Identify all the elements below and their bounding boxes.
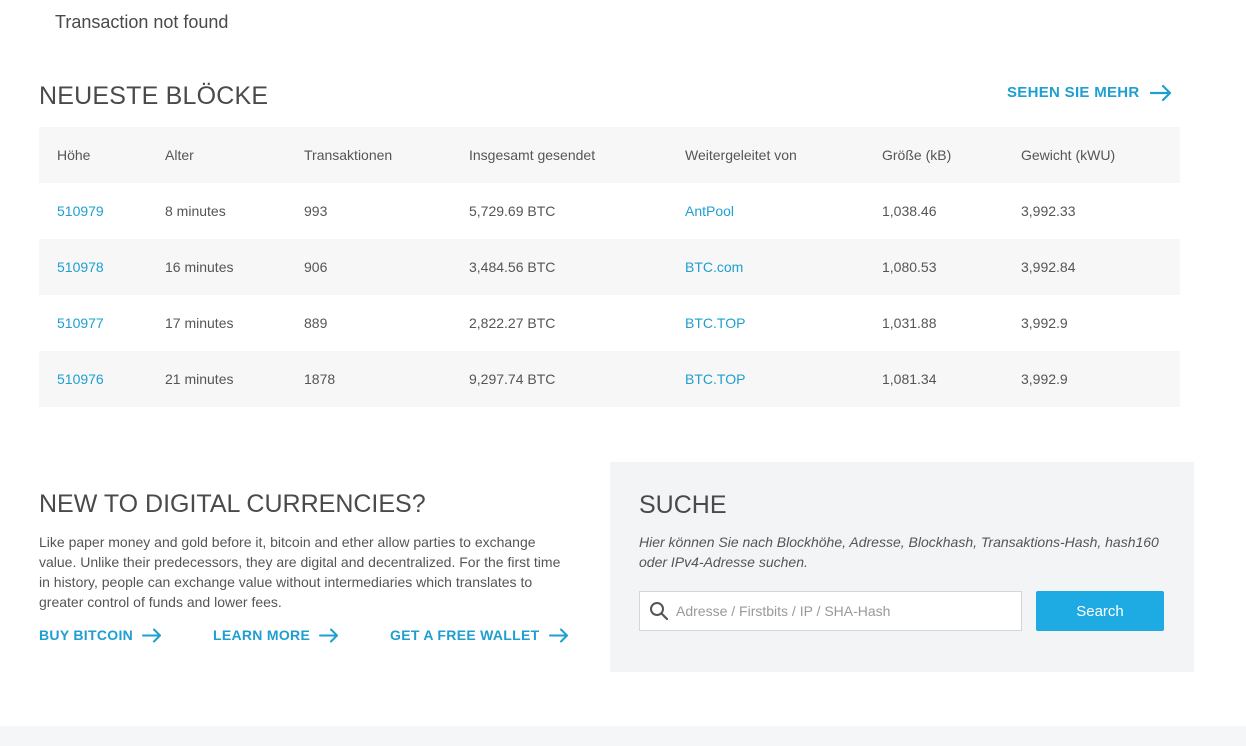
get-wallet-link[interactable]: GET A FREE WALLET bbox=[390, 627, 569, 643]
table-row: 510976 21 minutes 1878 9,297.74 BTC BTC.… bbox=[39, 351, 1180, 407]
block-height-link[interactable]: 510979 bbox=[57, 203, 104, 219]
block-size: 1,031.88 bbox=[882, 315, 937, 331]
block-tx-count: 889 bbox=[304, 315, 328, 331]
status-notice: Transaction not found bbox=[55, 12, 229, 32]
block-size: 1,081.34 bbox=[882, 371, 937, 387]
column-header: Insgesamt gesendet bbox=[469, 147, 596, 163]
see-more-label: SEHEN SIE MEHR bbox=[1007, 84, 1140, 101]
block-age: 16 minutes bbox=[165, 259, 234, 275]
footer-strip bbox=[0, 726, 1246, 746]
block-height-link[interactable]: 510976 bbox=[57, 371, 104, 387]
intro-body: Like paper money and gold before it, bit… bbox=[39, 534, 561, 610]
block-total-sent: 2,822.27 BTC bbox=[469, 315, 556, 331]
table-row: 510977 17 minutes 889 2,822.27 BTC BTC.T… bbox=[39, 295, 1180, 351]
relayed-by-link[interactable]: BTC.TOP bbox=[685, 371, 745, 387]
see-more-link[interactable]: SEHEN SIE MEHR bbox=[1007, 84, 1172, 101]
get-wallet-label: GET A FREE WALLET bbox=[390, 627, 540, 643]
relayed-by-link[interactable]: AntPool bbox=[685, 203, 734, 219]
column-header: Weitergeleitet von bbox=[685, 147, 797, 163]
relayed-by-link[interactable]: BTC.TOP bbox=[685, 315, 745, 331]
column-header: Größe (kB) bbox=[882, 147, 952, 163]
arrow-right-icon bbox=[319, 628, 339, 642]
block-total-sent: 3,484.56 BTC bbox=[469, 259, 556, 275]
search-description: Hier können Sie nach Blockhöhe, Adresse,… bbox=[639, 534, 1159, 570]
arrow-right-icon bbox=[142, 628, 162, 642]
learn-more-link[interactable]: LEARN MORE bbox=[213, 627, 339, 643]
learn-more-label: LEARN MORE bbox=[213, 627, 311, 643]
block-age: 21 minutes bbox=[165, 371, 234, 387]
block-weight: 3,992.9 bbox=[1021, 371, 1068, 387]
block-tx-count: 993 bbox=[304, 203, 328, 219]
block-height-link[interactable]: 510977 bbox=[57, 315, 104, 331]
search-icon bbox=[650, 602, 669, 621]
column-header: Höhe bbox=[57, 147, 91, 163]
search-title: SUCHE bbox=[639, 491, 727, 519]
table-header-row: Höhe Alter Transaktionen Insgesamt gesen… bbox=[39, 127, 1180, 183]
block-total-sent: 5,729.69 BTC bbox=[469, 203, 556, 219]
arrow-right-icon bbox=[548, 628, 568, 642]
search-input[interactable] bbox=[676, 603, 1006, 619]
latest-blocks-title: NEUESTE BLÖCKE bbox=[39, 82, 269, 110]
block-weight: 3,992.84 bbox=[1021, 259, 1076, 275]
intro-title: NEW TO DIGITAL CURRENCIES? bbox=[39, 490, 426, 518]
arrow-right-icon bbox=[1149, 84, 1171, 101]
column-header: Gewicht (kWU) bbox=[1021, 147, 1116, 163]
table-row: 510978 16 minutes 906 3,484.56 BTC BTC.c… bbox=[39, 239, 1180, 295]
search-box bbox=[639, 591, 1022, 631]
buy-bitcoin-label: BUY BITCOIN bbox=[39, 627, 134, 643]
block-weight: 3,992.9 bbox=[1021, 315, 1068, 331]
block-size: 1,080.53 bbox=[882, 259, 937, 275]
blocks-table: Höhe Alter Transaktionen Insgesamt gesen… bbox=[39, 127, 1180, 407]
block-size: 1,038.46 bbox=[882, 203, 937, 219]
column-header: Transaktionen bbox=[304, 147, 393, 163]
block-age: 17 minutes bbox=[165, 315, 234, 331]
table-row: 510979 8 minutes 993 5,729.69 BTC AntPoo… bbox=[39, 183, 1180, 239]
block-age: 8 minutes bbox=[165, 203, 226, 219]
search-panel: SUCHE Hier können Sie nach Blockhöhe, Ad… bbox=[610, 462, 1194, 672]
block-tx-count: 1878 bbox=[304, 371, 336, 387]
block-tx-count: 906 bbox=[304, 259, 328, 275]
buy-bitcoin-link[interactable]: BUY BITCOIN bbox=[39, 627, 162, 643]
search-button[interactable]: Search bbox=[1036, 591, 1164, 631]
column-header: Alter bbox=[165, 147, 194, 163]
block-total-sent: 9,297.74 BTC bbox=[469, 371, 556, 387]
relayed-by-link[interactable]: BTC.com bbox=[685, 259, 743, 275]
block-weight: 3,992.33 bbox=[1021, 203, 1076, 219]
block-height-link[interactable]: 510978 bbox=[57, 259, 104, 275]
